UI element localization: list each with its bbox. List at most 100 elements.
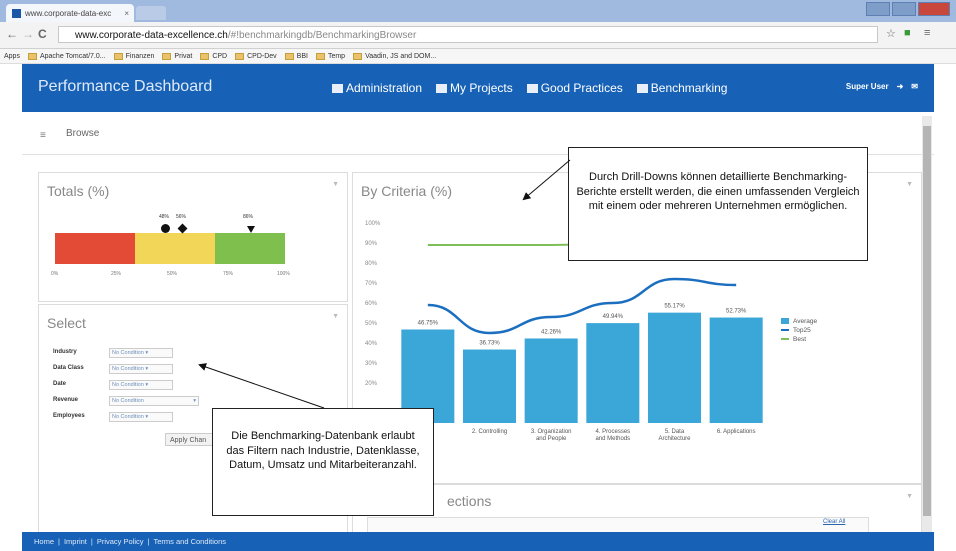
connections-title: ections: [447, 493, 492, 509]
bookmark-item[interactable]: Apache Tomcat/7.0...: [27, 52, 106, 60]
bookmark-label: Temp: [327, 52, 346, 60]
browser-tab[interactable]: www.corporate-data-exc ×: [6, 4, 134, 22]
menu-label: My Projects: [450, 81, 513, 95]
bar-value-label: 36.73%: [479, 341, 500, 347]
menu-label: Administration: [346, 81, 423, 95]
footer-link[interactable]: Imprint: [64, 537, 87, 546]
url-input[interactable]: www.corporate-data-excellence.ch/#!bench…: [58, 26, 878, 43]
scrollbar-thumb[interactable]: [923, 126, 931, 516]
bookmark-item[interactable]: Finanzen: [113, 52, 154, 60]
x-tick-label: 3. Organization: [531, 429, 572, 435]
new-tab-button[interactable]: [136, 6, 166, 20]
forward-icon[interactable]: →: [22, 27, 34, 41]
mail-icon[interactable]: ✉: [911, 82, 918, 91]
totals-green-zone: [215, 233, 285, 264]
footer-link[interactable]: Privacy Policy: [97, 537, 144, 546]
bookmark-item[interactable]: Apps: [4, 53, 20, 60]
totals-yellow-zone: [135, 233, 215, 264]
y-tick-label: 20%: [365, 381, 378, 387]
clear-all-link[interactable]: Clear All: [823, 519, 845, 525]
industry-select[interactable]: No Condition ▾: [109, 348, 173, 358]
bookmark-item[interactable]: Vaadin, JS and DOM...: [353, 52, 437, 60]
select-title: Select: [47, 315, 86, 331]
menu-good-practices[interactable]: Good Practices: [526, 81, 623, 95]
y-tick-label: 70%: [365, 281, 378, 287]
average-marker: [161, 224, 170, 233]
user-name[interactable]: Super User: [846, 82, 889, 91]
legend-label: Top25: [793, 327, 811, 334]
revenue-select[interactable]: No Condition ▾: [109, 396, 199, 406]
x-tick-label: and Methods: [595, 436, 630, 442]
employees-select[interactable]: No Condition ▾: [109, 412, 173, 422]
callout-drilldown: Durch Drill-Downs können detaillierte Be…: [568, 147, 868, 261]
totals-panel: Totals (%) ▼ 48% 56% 86% 0% 25% 50% 75% …: [38, 172, 348, 302]
menu-administration[interactable]: Administration: [332, 81, 422, 95]
marker-label: 48%: [159, 214, 170, 220]
url-host: www.corporate-data-excellence.ch: [75, 30, 228, 41]
maximize-icon[interactable]: [892, 2, 916, 16]
select-value: No Condition: [112, 382, 144, 388]
folder-icon: [353, 52, 363, 60]
reload-icon[interactable]: C: [38, 27, 47, 41]
bookmark-item[interactable]: Privat: [162, 52, 192, 60]
tab-close-icon[interactable]: ×: [124, 9, 129, 18]
bookmark-item[interactable]: CPD-Dev: [235, 52, 277, 60]
totals-title: Totals (%): [47, 183, 110, 199]
main-menu: Administration My Projects Good Practice…: [332, 81, 727, 95]
date-select[interactable]: No Condition ▾: [109, 380, 173, 390]
panel-menu-icon[interactable]: ▼: [906, 493, 913, 500]
menu-icon[interactable]: ≡: [924, 27, 930, 39]
totals-tick: 0%: [51, 271, 59, 277]
y-tick-label: 90%: [365, 241, 378, 247]
bar-average: [586, 323, 640, 423]
y-tick-label: 30%: [365, 361, 378, 367]
y-tick-label: 50%: [365, 321, 378, 327]
browser-tab-bar: www.corporate-data-exc ×: [0, 0, 956, 22]
folder-icon: [284, 52, 294, 60]
menu-label: Good Practices: [540, 81, 623, 95]
folder-icon: [113, 52, 123, 60]
bookmark-label: Apache Tomcat/7.0...: [39, 52, 106, 60]
breadcrumb[interactable]: Browse: [66, 128, 99, 139]
app-title[interactable]: Performance Dashboard: [38, 78, 212, 96]
bar-value-label: 46.75%: [418, 321, 439, 327]
folder-icon: [162, 52, 172, 60]
footer-link[interactable]: Home: [34, 537, 54, 546]
bar-value-label: 55.17%: [664, 304, 685, 310]
filter-label-employees: Employees: [53, 413, 85, 419]
close-window-icon[interactable]: [918, 2, 950, 16]
url-path: /#!benchmarkingdb/BenchmarkingBrowser: [227, 30, 417, 41]
totals-tick: 75%: [223, 271, 234, 277]
y-tick-label: 100%: [365, 221, 381, 227]
menu-benchmarking[interactable]: Benchmarking: [636, 81, 727, 95]
users-icon: [332, 83, 343, 93]
address-bar: ← → C www.corporate-data-excellence.ch/#…: [0, 22, 956, 49]
bookmark-item[interactable]: Temp: [315, 52, 346, 60]
window-controls: [866, 2, 950, 16]
select-value: No Condition: [112, 350, 144, 356]
legend-label: Best: [793, 336, 806, 343]
folder-icon: [200, 52, 210, 60]
bookmark-item[interactable]: CPD: [200, 52, 227, 60]
bookmark-item[interactable]: BBI: [284, 52, 308, 60]
menu-my-projects[interactable]: My Projects: [436, 81, 513, 95]
page-scrollbar[interactable]: [922, 116, 932, 546]
bookmark-label: BBI: [296, 52, 308, 60]
panel-menu-icon[interactable]: ▼: [332, 313, 339, 320]
app-page: Performance Dashboard Administration My …: [22, 64, 934, 551]
logout-icon[interactable]: ➜: [897, 82, 904, 91]
star-icon[interactable]: ☆: [886, 27, 896, 40]
projects-icon: [436, 83, 448, 93]
data-class-select[interactable]: No Condition ▾: [109, 364, 173, 374]
back-icon[interactable]: ←: [6, 27, 18, 41]
bookmark-label: Vaadin, JS and DOM...: [365, 52, 437, 60]
hamburger-icon[interactable]: ≡: [40, 130, 46, 141]
bar-average: [524, 338, 578, 423]
extension-icon[interactable]: ■: [904, 27, 911, 39]
x-tick-label: 4. Processes: [595, 429, 630, 435]
connections-table-header: [367, 517, 869, 533]
panel-menu-icon[interactable]: ▼: [332, 181, 339, 188]
marker-label: 86%: [243, 214, 254, 220]
minimize-icon[interactable]: [866, 2, 890, 16]
footer-link[interactable]: Terms and Conditions: [153, 537, 226, 546]
